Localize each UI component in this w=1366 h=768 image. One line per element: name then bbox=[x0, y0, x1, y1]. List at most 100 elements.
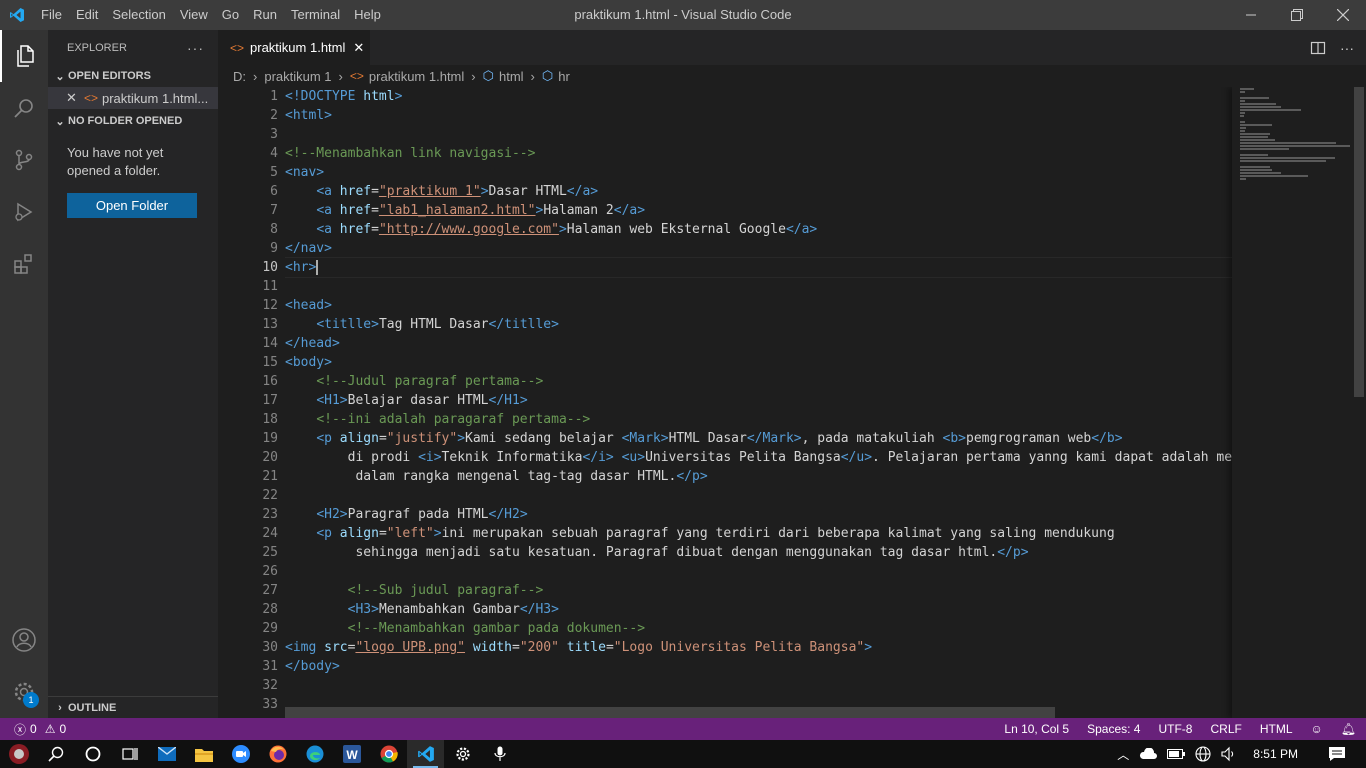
code-line[interactable]: </nav> bbox=[285, 239, 1233, 258]
close-tab-icon[interactable]: ✕ bbox=[353, 40, 364, 56]
cortana-button[interactable] bbox=[74, 740, 111, 768]
code-line[interactable] bbox=[285, 676, 1233, 695]
breadcrumb-hr[interactable]: hr bbox=[558, 69, 570, 84]
code-line[interactable] bbox=[285, 125, 1233, 144]
breadcrumb-html[interactable]: html bbox=[499, 69, 524, 84]
code-line[interactable]: <p align="left">ini merupakan sebuah par… bbox=[285, 524, 1233, 543]
close-editor-icon[interactable]: ✕ bbox=[66, 90, 84, 106]
breadcrumb-drive[interactable]: D: bbox=[233, 69, 246, 84]
breadcrumb-file[interactable]: praktikum 1.html bbox=[369, 69, 464, 84]
end-of-line[interactable]: CRLF bbox=[1210, 722, 1241, 736]
menu-edit[interactable]: Edit bbox=[69, 0, 105, 30]
code-line[interactable]: <p align="justify">Kami sedang belajar <… bbox=[285, 429, 1233, 448]
open-editor-item[interactable]: ✕ <> praktikum 1.html... bbox=[48, 87, 218, 109]
cursor-position[interactable]: Ln 10, Col 5 bbox=[1004, 722, 1069, 736]
extensions-activity[interactable] bbox=[0, 238, 48, 290]
menu-run[interactable]: Run bbox=[246, 0, 284, 30]
code-line[interactable]: </head> bbox=[285, 334, 1233, 353]
mail-app[interactable] bbox=[148, 740, 185, 768]
code-line[interactable]: <a href="lab1_halaman2.html">Halaman 2</… bbox=[285, 201, 1233, 220]
notifications-icon[interactable]: 🔔︎ bbox=[1341, 722, 1356, 736]
code-line[interactable]: <!--Menambahkan link navigasi--> bbox=[285, 144, 1233, 163]
no-folder-section[interactable]: ⌄ NO FOLDER OPENED bbox=[48, 110, 218, 132]
word-app[interactable]: W bbox=[333, 740, 370, 768]
close-window-button[interactable] bbox=[1320, 0, 1366, 30]
code-area[interactable]: <!DOCTYPE html> <html> <!--Menambahkan lin… bbox=[285, 87, 1233, 714]
code-line[interactable]: <nav> bbox=[285, 163, 1233, 182]
code-line[interactable]: </body> bbox=[285, 657, 1233, 676]
action-center-icon[interactable] bbox=[1328, 746, 1346, 762]
code-line[interactable]: <H3>Menambahkan Gambar</H3> bbox=[285, 600, 1233, 619]
firefox-app[interactable] bbox=[259, 740, 296, 768]
code-line[interactable]: <a href="http://www.google.com">Halaman … bbox=[285, 220, 1233, 239]
code-line[interactable]: <titlle>Tag HTML Dasar</titlle> bbox=[285, 315, 1233, 334]
battery-icon[interactable] bbox=[1167, 748, 1186, 760]
code-line[interactable]: <html> bbox=[285, 106, 1233, 125]
task-view-button[interactable] bbox=[111, 740, 148, 768]
vertical-scrollbar[interactable] bbox=[1352, 87, 1366, 718]
file-explorer-app[interactable] bbox=[185, 740, 222, 768]
code-line[interactable]: <!--Sub judul paragraf--> bbox=[285, 581, 1233, 600]
search-activity[interactable] bbox=[0, 82, 48, 134]
minimize-button[interactable] bbox=[1228, 0, 1274, 30]
code-line[interactable]: <!--Menambahkan gambar pada dokumen--> bbox=[285, 619, 1233, 638]
menu-file[interactable]: File bbox=[34, 0, 69, 30]
open-editors-section[interactable]: ⌄ OPEN EDITORS bbox=[48, 65, 218, 87]
taskbar-search[interactable] bbox=[37, 740, 74, 768]
clock[interactable]: 8:51 PM bbox=[1253, 747, 1298, 761]
outline-section[interactable]: › OUTLINE bbox=[48, 696, 218, 718]
onedrive-icon[interactable] bbox=[1139, 748, 1158, 760]
start-button[interactable] bbox=[0, 740, 37, 768]
menu-help[interactable]: Help bbox=[347, 0, 388, 30]
settings-app[interactable] bbox=[444, 740, 481, 768]
edge-app[interactable] bbox=[296, 740, 333, 768]
manage-activity[interactable]: 1 bbox=[0, 666, 48, 718]
code-line[interactable]: <body> bbox=[285, 353, 1233, 372]
breadcrumb-folder[interactable]: praktikum 1 bbox=[264, 69, 331, 84]
voice-recorder-app[interactable] bbox=[481, 740, 518, 768]
code-line[interactable]: <!--Judul paragraf pertama--> bbox=[285, 372, 1233, 391]
indentation[interactable]: Spaces: 4 bbox=[1087, 722, 1140, 736]
horizontal-scrollbar[interactable] bbox=[285, 707, 1055, 718]
problems-indicator[interactable]: ⓧ 0 ⚠ 0 bbox=[0, 721, 66, 738]
menu-go[interactable]: Go bbox=[215, 0, 246, 30]
split-editor-icon[interactable] bbox=[1310, 40, 1326, 56]
accounts-activity[interactable] bbox=[0, 614, 48, 666]
feedback-icon[interactable]: ☺ bbox=[1311, 722, 1323, 736]
zoom-app[interactable] bbox=[222, 740, 259, 768]
code-line[interactable]: <img src="logo UPB.png" width="200" titl… bbox=[285, 638, 1233, 657]
source-control-activity[interactable] bbox=[0, 134, 48, 186]
menu-terminal[interactable]: Terminal bbox=[284, 0, 347, 30]
code-line[interactable]: <!DOCTYPE html> bbox=[285, 87, 1233, 106]
chrome-app[interactable] bbox=[370, 740, 407, 768]
code-line[interactable]: <H1>Belajar dasar HTML</H1> bbox=[285, 391, 1233, 410]
vscode-app[interactable] bbox=[407, 740, 444, 768]
language-mode[interactable]: HTML bbox=[1260, 722, 1293, 736]
minimap[interactable] bbox=[1232, 87, 1352, 718]
vertical-scroll-thumb[interactable] bbox=[1354, 87, 1364, 397]
code-line[interactable] bbox=[285, 277, 1233, 296]
network-globe-icon[interactable] bbox=[1195, 746, 1211, 762]
explorer-activity[interactable] bbox=[0, 30, 48, 82]
code-line[interactable]: dalam rangka mengenal tag-tag dasar HTML… bbox=[285, 467, 1233, 486]
code-line[interactable] bbox=[285, 486, 1233, 505]
code-line[interactable]: di prodi <i>Teknik Informatika</i> <u>Un… bbox=[285, 448, 1233, 467]
code-editor[interactable]: 1 2 3 4 5 6 7 8 9 10 11 12 13 14 15 16 17 18 19 20 21 22 23 24 2… bbox=[218, 87, 1366, 718]
restore-button[interactable] bbox=[1274, 0, 1320, 30]
code-line[interactable]: <H2>Paragraf pada HTML</H2> bbox=[285, 505, 1233, 524]
code-line[interactable] bbox=[285, 562, 1233, 581]
code-line[interactable]: <hr> bbox=[285, 257, 1233, 278]
code-line[interactable]: <!--ini adalah paragaraf pertama--> bbox=[285, 410, 1233, 429]
chevron-up-icon[interactable]: ︿ bbox=[1117, 746, 1129, 763]
menu-selection[interactable]: Selection bbox=[105, 0, 172, 30]
code-line[interactable]: <head> bbox=[285, 296, 1233, 315]
open-folder-button[interactable]: Open Folder bbox=[67, 193, 197, 218]
run-debug-activity[interactable] bbox=[0, 186, 48, 238]
volume-icon[interactable] bbox=[1221, 746, 1237, 762]
menu-view[interactable]: View bbox=[173, 0, 215, 30]
code-line[interactable]: sehingga menjadi satu kesatuan. Paragraf… bbox=[285, 543, 1233, 562]
editor-more-icon[interactable]: ··· bbox=[1340, 40, 1354, 56]
tab-praktikum-1-html[interactable]: <> praktikum 1.html ✕ bbox=[218, 30, 370, 65]
encoding[interactable]: UTF-8 bbox=[1158, 722, 1192, 736]
code-line[interactable]: <a href="praktikum 1">Dasar HTML</a> bbox=[285, 182, 1233, 201]
